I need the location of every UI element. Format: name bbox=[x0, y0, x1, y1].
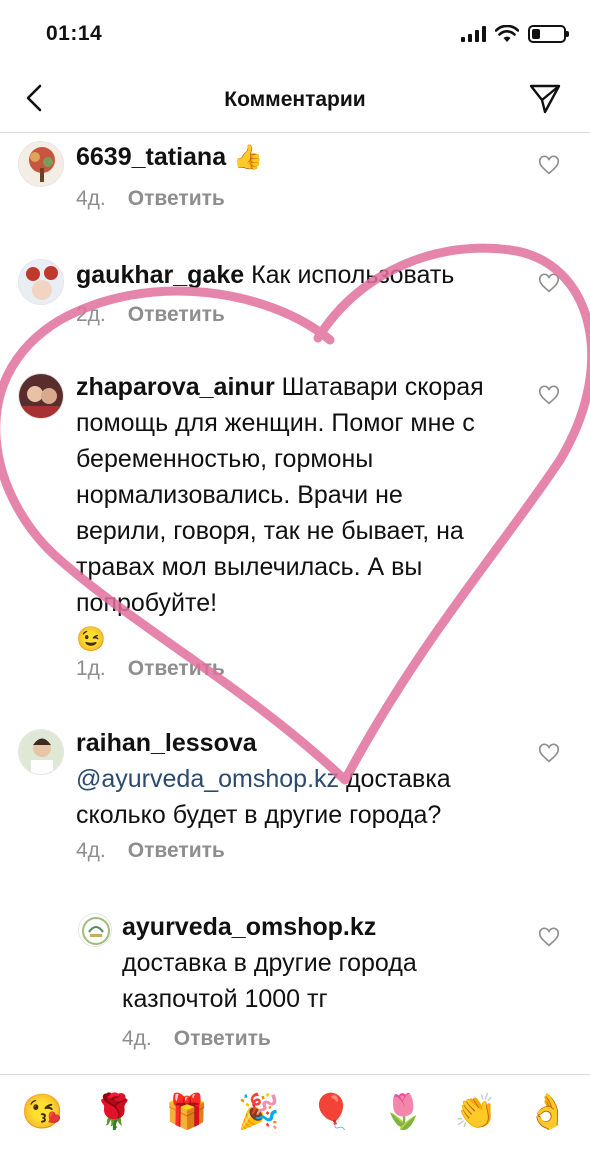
reply-button[interactable]: Ответить bbox=[128, 303, 225, 327]
party-popper-emoji-button[interactable]: 🎉 bbox=[235, 1092, 283, 1132]
ok-hand-emoji-button[interactable]: 👌 bbox=[524, 1092, 572, 1132]
thumbs-up-emoji: 👍 bbox=[233, 144, 263, 171]
comment-time: 4д. bbox=[76, 187, 106, 210]
comment-body: Шатавари скорая помощь для женщин. Помог… bbox=[76, 373, 484, 617]
reply-comment-item: ayurveda_omshop.kz доставка в другие гор… bbox=[0, 909, 590, 1069]
status-icons bbox=[461, 22, 569, 46]
tulip-emoji-button[interactable]: 🌷 bbox=[379, 1092, 427, 1132]
heart-icon[interactable] bbox=[538, 155, 560, 177]
avatar[interactable] bbox=[78, 913, 112, 947]
username[interactable]: raihan_lessova bbox=[76, 729, 257, 757]
comment-text: 6639_tatiana 👍 bbox=[76, 139, 516, 176]
reply-button[interactable]: Ответить bbox=[128, 657, 225, 681]
comment-text: zhaparova_ainur Шатавари скорая помощь д… bbox=[76, 369, 496, 658]
reply-button[interactable]: Ответить bbox=[174, 1027, 271, 1051]
heart-icon[interactable] bbox=[538, 743, 560, 765]
avatar[interactable] bbox=[18, 141, 64, 187]
comment-text: raihan_lessova @ayurveda_omshop.kz доста… bbox=[76, 725, 516, 833]
comment-meta: 2д. Ответить bbox=[76, 303, 225, 327]
status-bar: 01:14 bbox=[0, 0, 590, 70]
balloon-emoji-button[interactable]: 🎈 bbox=[307, 1092, 355, 1132]
username[interactable]: ayurveda_omshop.kz bbox=[122, 913, 376, 941]
nav-bar: Комментарии bbox=[0, 70, 590, 133]
heart-icon[interactable] bbox=[538, 385, 560, 407]
cellular-signal-icon bbox=[461, 26, 486, 42]
comment-meta: 4д. Ответить bbox=[122, 1027, 271, 1051]
comment-item: gaukhar_gake Как использовать 2д. Ответи… bbox=[0, 251, 590, 361]
page-title: Комментарии bbox=[224, 88, 366, 111]
avatar[interactable] bbox=[18, 373, 64, 419]
winking-face-emoji: 😉 bbox=[76, 626, 106, 653]
clapping-hands-emoji-button[interactable]: 👏 bbox=[452, 1092, 500, 1132]
wifi-icon bbox=[495, 25, 519, 42]
comments-list: 6639_tatiana 👍 4д. Ответить gaukhar_gake… bbox=[0, 133, 590, 1073]
comment-text: ayurveda_omshop.kz доставка в другие гор… bbox=[122, 909, 522, 1017]
reply-button[interactable]: Ответить bbox=[128, 839, 225, 863]
username[interactable]: zhaparova_ainur bbox=[76, 373, 275, 401]
comment-meta: 4д. Ответить bbox=[76, 839, 225, 863]
username[interactable]: gaukhar_gake bbox=[76, 261, 244, 289]
reply-button[interactable]: Ответить bbox=[128, 187, 225, 211]
emoji-reaction-bar: 😘 🌹 🎁 🎉 🎈 🌷 👏 👌 bbox=[0, 1074, 590, 1149]
comment-time: 4д. bbox=[76, 839, 106, 862]
battery-icon bbox=[528, 25, 569, 43]
gift-emoji-button[interactable]: 🎁 bbox=[163, 1092, 211, 1132]
avatar[interactable] bbox=[18, 729, 64, 775]
comment-meta: 1д. Ответить bbox=[76, 657, 225, 681]
heart-icon[interactable] bbox=[538, 927, 560, 949]
comment-body: доставка в другие города казпочтой 1000 … bbox=[122, 949, 417, 1013]
comment-meta: 4д. Ответить bbox=[76, 187, 225, 211]
username[interactable]: 6639_tatiana bbox=[76, 143, 226, 171]
avatar[interactable] bbox=[18, 259, 64, 305]
comment-time: 4д. bbox=[122, 1027, 152, 1050]
paper-plane-icon[interactable] bbox=[528, 82, 562, 116]
comment-item: raihan_lessova @ayurveda_omshop.kz доста… bbox=[0, 723, 590, 887]
comment-item: zhaparova_ainur Шатавари скорая помощь д… bbox=[0, 367, 590, 713]
comment-text: gaukhar_gake Как использовать bbox=[76, 257, 516, 293]
mention-link[interactable]: @ayurveda_omshop.kz bbox=[76, 765, 339, 793]
comment-item: 6639_tatiana 👍 4д. Ответить bbox=[0, 133, 590, 243]
kissing-face-emoji-button[interactable]: 😘 bbox=[18, 1092, 66, 1132]
heart-icon[interactable] bbox=[538, 273, 560, 295]
status-time: 01:14 bbox=[46, 22, 103, 45]
comment-body: Как использовать bbox=[251, 261, 455, 289]
comment-time: 2д. bbox=[76, 303, 106, 326]
comment-time: 1д. bbox=[76, 657, 106, 680]
rose-emoji-button[interactable]: 🌹 bbox=[90, 1092, 138, 1132]
